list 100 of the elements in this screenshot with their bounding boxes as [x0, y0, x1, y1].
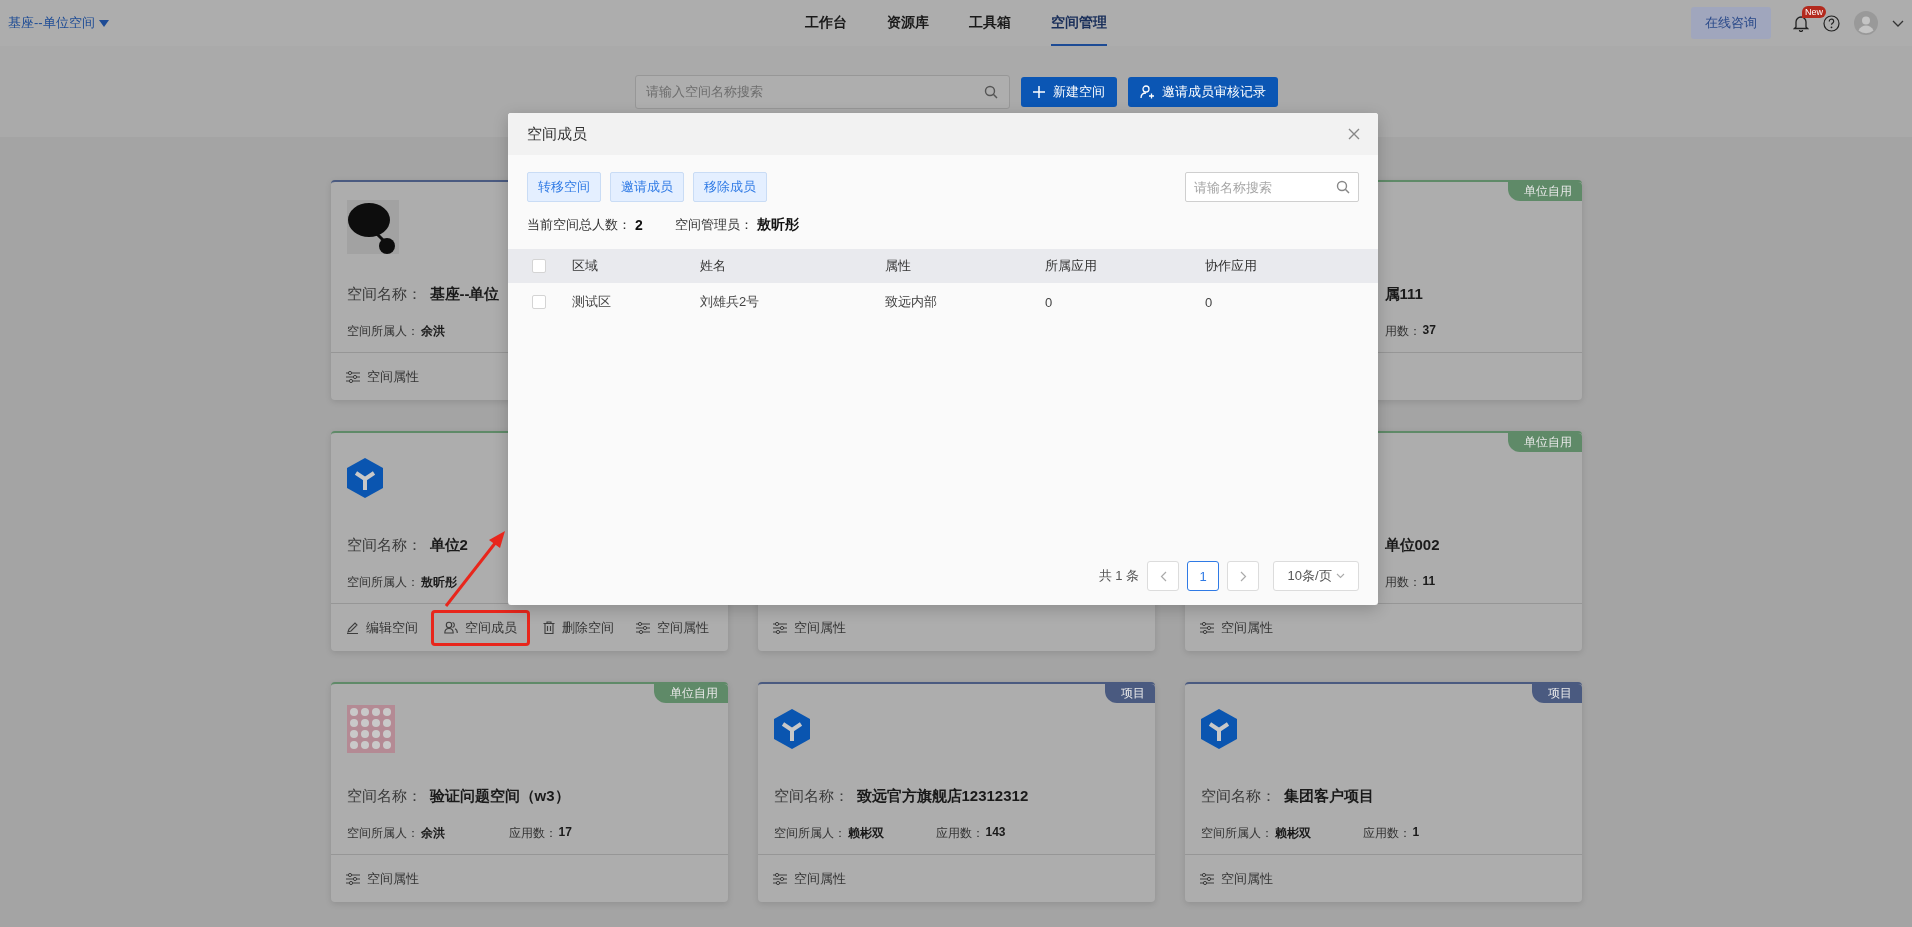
space-type-tag: 单位自用 [1507, 182, 1582, 201]
previous-page-button[interactable] [1147, 561, 1179, 591]
space-name-label: 空间名称： [346, 284, 422, 304]
space-members-button[interactable]: 空间成员 [430, 609, 530, 646]
owner-name: 赖彬双 [1274, 824, 1311, 842]
space-switcher[interactable]: 基座--单位空间 [8, 14, 109, 32]
caret-down-icon [98, 19, 109, 27]
table-cell-text: 0 [1045, 294, 1054, 310]
sliders-icon [1199, 872, 1214, 885]
space-name-label: 空间名称： [1200, 786, 1276, 806]
app-count: 11 [1422, 573, 1436, 590]
owner-label: 空间所属人： [773, 824, 846, 842]
delete-space-button[interactable]: 删除空间 [533, 609, 623, 646]
close-icon [1348, 128, 1360, 140]
space-properties-button[interactable]: 空间属性 [626, 609, 718, 646]
invite-records-button[interactable]: 邀请成员审核记录 [1127, 76, 1278, 107]
chevron-right-icon [1239, 570, 1247, 582]
invite-members-button[interactable]: 邀请成员 [610, 172, 684, 202]
space-name-label: 空间名称： [773, 786, 849, 806]
app-count-label: 用数： [1384, 322, 1421, 340]
column-header: 协作应用 [1205, 257, 1258, 275]
avatar-icon[interactable] [1854, 11, 1878, 35]
nav-tab[interactable]: 工具箱 [969, 0, 1011, 46]
total-members-label: 当前空间总人数： [527, 216, 631, 234]
search-icon [983, 84, 998, 99]
app-count: 37 [1422, 322, 1436, 339]
column-header: 属性 [885, 257, 912, 275]
chevron-down-icon[interactable] [1892, 19, 1904, 27]
transfer-space-button[interactable]: 转移空间 [527, 172, 601, 202]
space-name-label: 空间名称： [346, 535, 422, 555]
app-count-label: 应用数： [508, 824, 557, 842]
admin-label: 空间管理员： [674, 216, 753, 234]
space-name: 验证问题空间（w3） [429, 786, 570, 806]
app-count: 17 [558, 824, 572, 841]
owner-label: 空间所属人： [1200, 824, 1273, 842]
space-name: 属111 [1384, 284, 1423, 304]
help-icon[interactable] [1823, 14, 1840, 32]
space-type-tag: 单位自用 [1507, 433, 1582, 452]
sliders-icon [772, 621, 787, 634]
space-type-tag: 项目 [1104, 684, 1155, 703]
edit-space-button[interactable]: 编辑空间 [336, 609, 427, 646]
column-header: 姓名 [700, 257, 727, 275]
admin-name: 敖昕彤 [756, 216, 799, 234]
pencil-icon [345, 621, 359, 634]
sliders-icon [772, 872, 787, 885]
person-add-icon [1139, 84, 1154, 99]
trash-icon [542, 621, 555, 634]
table-cell-text: 刘雄兵2号 [700, 293, 761, 311]
sliders-icon [345, 872, 360, 885]
row-checkbox[interactable] [532, 295, 546, 309]
space-properties-button[interactable]: 空间属性 [1190, 860, 1282, 897]
space-properties-button[interactable]: 空间属性 [763, 860, 855, 897]
select-all-checkbox[interactable] [532, 259, 546, 273]
owner-name: 赖彬双 [847, 824, 884, 842]
remove-members-button[interactable]: 移除成员 [693, 172, 767, 202]
table-cell-text: 致远内部 [885, 293, 938, 311]
sliders-icon [345, 370, 360, 383]
nav-tab[interactable]: 工作台 [805, 0, 847, 46]
chevron-down-icon [1335, 573, 1345, 579]
space-name: 基座--单位 [429, 284, 500, 304]
notification-badge: New [1802, 5, 1826, 18]
hexagon-logo-icon [1200, 709, 1237, 749]
sliders-icon [635, 621, 650, 634]
consult-button[interactable]: 在线咨询 [1691, 7, 1771, 39]
table-cell-text: 0 [1205, 294, 1214, 310]
page-size-select[interactable]: 10条/页 [1273, 561, 1359, 591]
new-space-button[interactable]: 新建空间 [1020, 76, 1117, 107]
space-name: 单位002 [1384, 535, 1440, 555]
space-properties-button[interactable]: 空间属性 [336, 860, 428, 897]
people-icon [443, 621, 458, 634]
nav-tab[interactable]: 资源库 [887, 0, 929, 46]
speech-bubble-logo-icon [346, 200, 399, 254]
page-button[interactable]: 1 [1187, 561, 1219, 591]
space-type-tag: 项目 [1531, 684, 1582, 703]
owner-name: 余洪 [420, 322, 445, 340]
next-page-button[interactable] [1227, 561, 1259, 591]
close-button[interactable] [1348, 128, 1360, 140]
member-search-field[interactable]: 请输名称搜索 [1185, 172, 1359, 202]
owner-label: 空间所属人： [346, 573, 419, 591]
pattern-image-icon [346, 705, 395, 753]
owner-name: 敖昕彤 [420, 573, 457, 591]
owner-name: 余洪 [420, 824, 445, 842]
column-header: 所属应用 [1045, 257, 1098, 275]
app-count-label: 应用数： [1362, 824, 1411, 842]
space-search-field[interactable]: 请输入空间名称搜索 [634, 74, 1010, 109]
space-properties-button[interactable]: 空间属性 [1190, 609, 1282, 646]
dialog-title: 空间成员 [527, 124, 587, 144]
space-properties-button[interactable]: 空间属性 [763, 609, 855, 646]
hexagon-logo-icon [346, 458, 383, 498]
space-type-tag: 单位自用 [653, 684, 728, 703]
plus-icon [1032, 85, 1045, 98]
app-count: 143 [985, 824, 1006, 841]
hexagon-logo-icon [773, 709, 810, 749]
space-properties-button[interactable]: 空间属性 [336, 358, 428, 395]
space-name: 致远官方旗舰店12312312 [856, 786, 1029, 806]
space-name-label: 空间名称： [346, 786, 422, 806]
app-count-label: 用数： [1384, 573, 1421, 591]
owner-label: 空间所属人： [346, 322, 419, 340]
bell-icon[interactable] [1793, 14, 1809, 32]
app-count-label: 应用数： [935, 824, 984, 842]
